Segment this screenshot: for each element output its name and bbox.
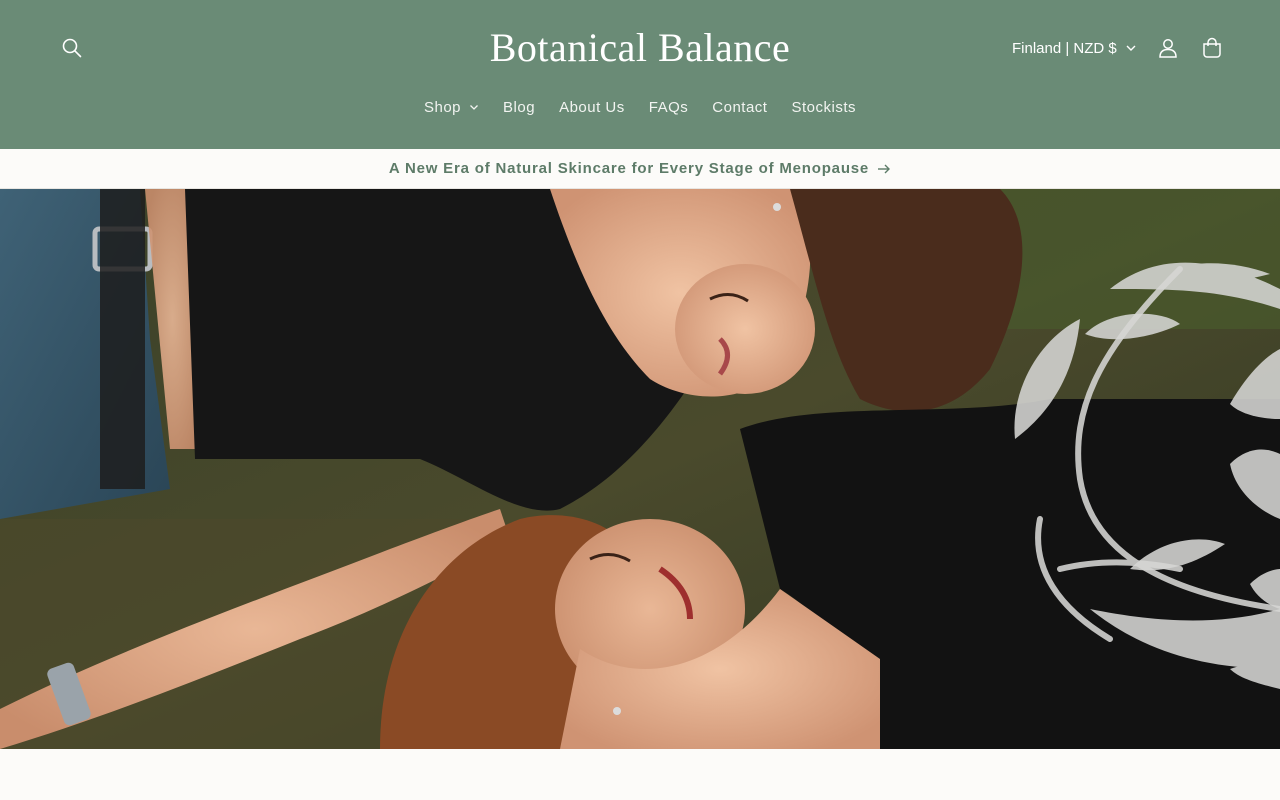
chevron-down-icon [470,105,478,110]
nav-item-label: Blog [503,98,536,116]
account-icon [1159,39,1177,58]
hero-banner [0,189,1280,749]
leaf-branch-decoration [1014,262,1280,689]
nav-item-contact[interactable]: Contact [700,93,779,122]
nav-item-label: Stockists [791,98,856,116]
search-icon [62,38,82,58]
nav-item-label: FAQs [648,98,689,116]
nav-item-shop[interactable]: Shop [412,93,491,122]
nav-item-faqs[interactable]: FAQs [637,93,701,122]
chevron-down-icon [1126,45,1136,51]
nav-item-label: Shop [423,98,462,116]
arrow-right-icon [878,164,891,173]
nav-item-label: About Us [559,98,625,116]
nav-item-blog[interactable]: Blog [491,93,547,122]
announcement-bar[interactable]: A New Era of Natural Skincare for Every … [0,149,1280,189]
cart-button[interactable] [1190,26,1234,70]
cart-icon [1203,37,1221,58]
nav-item-about-us[interactable]: About Us [547,93,637,122]
brand-logo[interactable]: Botanical Balance [440,22,840,74]
account-button[interactable] [1146,26,1190,70]
search-button[interactable] [50,26,94,70]
announcement-text[interactable]: A New Era of Natural Skincare for Every … [389,160,869,177]
main-navigation: Shop Blog About Us FAQs Contact Stockist… [0,90,1280,124]
content-area [0,749,1280,800]
nav-item-stockists[interactable]: Stockists [779,93,868,122]
country-currency-selector[interactable]: Finland | NZD $ [1004,30,1145,66]
locale-label: Finland | NZD $ [1012,39,1117,57]
site-header: Botanical Balance Finland | NZD $ Shop B… [0,0,1280,149]
nav-item-label: Contact [712,98,768,116]
